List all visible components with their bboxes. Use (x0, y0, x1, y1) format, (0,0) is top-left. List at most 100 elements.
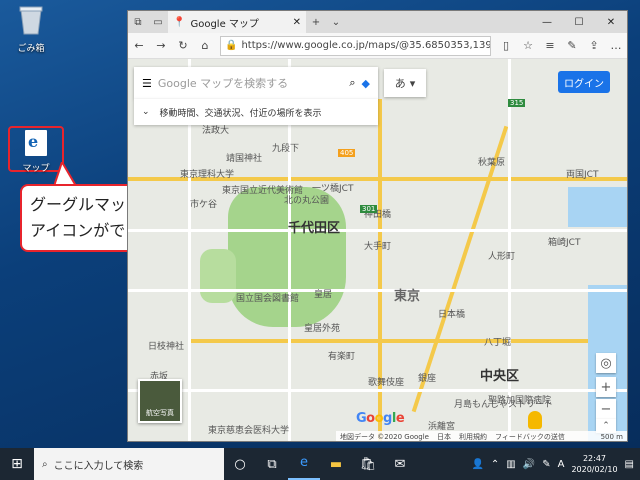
home-icon[interactable]: ⌂ (194, 39, 216, 52)
maximize-button[interactable]: ☐ (563, 17, 595, 28)
map-label: 北の丸公園 (284, 196, 330, 206)
taskbar-search-input[interactable]: ここに入力して検索 (54, 457, 144, 472)
maps-favicon-icon: 📍 (173, 16, 186, 28)
recycle-bin-icon (19, 6, 43, 35)
notification-icon[interactable]: ▤ (625, 459, 634, 470)
people-icon[interactable]: 👤 (471, 459, 483, 470)
recycle-bin-label: ごみ箱 (17, 44, 45, 54)
map-label: 皇居 (314, 290, 333, 300)
map-label: 有楽町 (328, 352, 356, 362)
favorites-list-icon[interactable]: ≡ (539, 39, 561, 52)
directions-icon[interactable]: ◆ (362, 77, 370, 90)
network-icon[interactable]: ▥ (506, 459, 515, 470)
volume-icon[interactable]: 🔊 (523, 459, 535, 470)
lock-icon: 🔒 (225, 40, 238, 51)
chevron-down-icon[interactable]: ⌄ (142, 107, 150, 117)
hibiya-park-area (200, 249, 236, 303)
chevron-down-icon[interactable]: ⌄ (326, 17, 346, 28)
map-label: 箱崎JCT (548, 238, 581, 248)
zoom-in-button[interactable]: + (596, 377, 616, 397)
close-window-button[interactable]: ✕ (595, 17, 627, 28)
map-label: 両国JCT (566, 170, 599, 180)
route-badge: 315 (508, 99, 526, 107)
google-logo: Google (356, 411, 405, 426)
street-2 (128, 289, 627, 292)
search-input[interactable]: Google マップを検索する (158, 75, 343, 91)
refresh-icon[interactable]: ↻ (172, 39, 194, 52)
search-icon[interactable]: ⌕ (349, 76, 355, 90)
taskbar-search[interactable]: ⌕ ここに入力して検索 (34, 448, 224, 480)
edge-icon[interactable]: e (288, 448, 320, 480)
map-canvas[interactable]: 千代田区 東京 中央区 法政大 靖国神社 九段下 東京理科大学 市ケ谷 東京国立… (128, 59, 627, 441)
more-icon[interactable]: … (605, 39, 627, 52)
satellite-toggle[interactable]: 航空写真 (138, 379, 182, 423)
my-location-button[interactable]: ◎ (596, 353, 616, 373)
tab-google-maps[interactable]: 📍 Google マップ ✕ (168, 11, 306, 33)
clock-time: 22:47 (582, 454, 607, 463)
close-tab-icon[interactable]: ✕ (293, 17, 301, 28)
url-text: https://www.google.co.jp/maps/@35.685035… (241, 40, 491, 51)
minimize-button[interactable]: — (531, 17, 563, 28)
district-chiyoda: 千代田区 (288, 221, 341, 236)
clock[interactable]: 22:47 2020/02/10 (571, 453, 617, 475)
store-icon[interactable]: 🛍 (352, 457, 384, 472)
reading-view-icon[interactable]: ▯ (495, 39, 517, 52)
tab-actions-icon[interactable]: ⧉ (128, 17, 148, 28)
tab-list-icon[interactable]: ▭ (148, 17, 168, 28)
map-label: 一ツ橋JCT (312, 184, 354, 194)
highway-3 (188, 339, 588, 343)
map-label: 国立国会図書館 (236, 294, 300, 304)
map-label: 日本橋 (438, 310, 466, 320)
pen-icon[interactable]: ✎ (561, 39, 583, 52)
map-search-box[interactable]: ☰ Google マップを検索する ⌕ ◆ (134, 67, 378, 99)
map-label: 市ケ谷 (190, 200, 218, 210)
terms-link[interactable]: 利用規約 (459, 432, 487, 441)
back-icon[interactable]: ← (128, 39, 150, 52)
directions-bar[interactable]: ⌄ 移動時間、交通状況、付近の場所を表示 (134, 99, 378, 125)
map-label: 日枝神社 (148, 342, 185, 352)
windows-start-icon[interactable]: ⊞ (0, 456, 34, 472)
recycle-bin[interactable]: ごみ箱 (6, 4, 56, 54)
map-label: 聖路加国際病院 (488, 396, 552, 406)
feedback-link[interactable]: フィードバックの送信 (495, 432, 565, 441)
favorite-star-icon[interactable]: ☆ (517, 39, 539, 52)
url-field[interactable]: 🔒 https://www.google.co.jp/maps/@35.6850… (220, 35, 491, 56)
lang-label: あ (394, 77, 406, 90)
route-badge: 405 (338, 149, 356, 157)
share-icon[interactable]: ⇪ (583, 39, 605, 52)
map-footer: 地図データ ©2020 Google 日本 利用規約 フィードバックの送信 50… (336, 431, 627, 441)
map-label: 歌舞伎座 (368, 378, 405, 388)
login-button[interactable]: ログイン (558, 71, 610, 93)
sumida-river-north (568, 187, 627, 227)
tab-title: Google マップ (190, 18, 259, 30)
route-badge: 301 (360, 205, 378, 213)
zoom-out-button[interactable]: − (596, 399, 616, 419)
address-bar: ← → ↻ ⌂ 🔒 https://www.google.co.jp/maps/… (128, 33, 627, 59)
search-icon: ⌕ (42, 458, 48, 470)
scale-bar[interactable]: 500 m (583, 433, 623, 441)
forward-icon[interactable]: → (150, 39, 172, 52)
input-lang-button[interactable]: あ ▾ (384, 69, 426, 97)
taskbar: ⊞ ⌕ ここに入力して検索 ○ ⧉ e ▬ 🛍 ✉ 👤 ⌃ ▥ 🔊 ✎ A 22… (0, 448, 640, 480)
map-label: 九段下 (272, 144, 300, 154)
ime-indicator[interactable]: A (558, 459, 565, 470)
map-label: 靖国神社 (226, 154, 263, 164)
mail-icon[interactable]: ✉ (384, 457, 416, 472)
new-tab-button[interactable]: + (306, 17, 326, 28)
browser-window: ⧉ ▭ 📍 Google マップ ✕ + ⌄ — ☐ ✕ ← → ↻ ⌂ 🔒 h… (127, 10, 628, 442)
menu-icon[interactable]: ☰ (142, 77, 152, 90)
tab-bar: ⧉ ▭ 📍 Google マップ ✕ + ⌄ — ☐ ✕ (128, 11, 627, 33)
imperial-palace-park (228, 187, 346, 327)
cortana-icon[interactable]: ○ (224, 457, 256, 472)
map-label: 秋葉原 (478, 158, 506, 168)
file-explorer-icon[interactable]: ▬ (320, 457, 352, 472)
satellite-label: 航空写真 (146, 409, 174, 417)
chevron-up-icon[interactable]: ⌃ (491, 459, 499, 470)
pen-workspace-icon[interactable]: ✎ (542, 459, 550, 470)
map-label: 人形町 (488, 252, 516, 262)
chevron-down-icon: ▾ (409, 76, 416, 90)
region-link[interactable]: 日本 (437, 432, 451, 441)
task-view-icon[interactable]: ⧉ (256, 457, 288, 472)
pegman-icon[interactable] (528, 411, 542, 429)
clock-date: 2020/02/10 (571, 465, 618, 474)
